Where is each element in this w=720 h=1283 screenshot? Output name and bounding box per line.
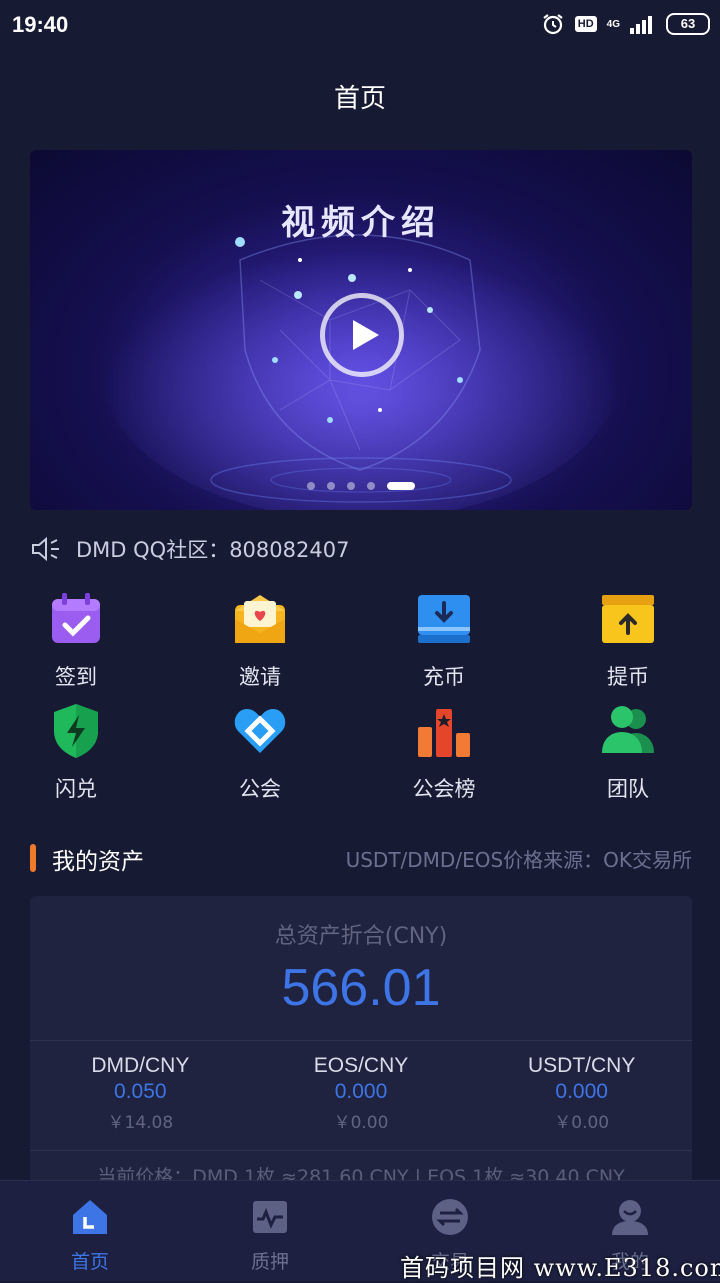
carousel-dot-active[interactable]: [387, 482, 415, 490]
signal-icon: [630, 16, 652, 34]
tab-label: 首页: [70, 1251, 109, 1273]
announcement-bar[interactable]: DMD QQ社区：808082407: [30, 532, 349, 566]
speaker-icon: [32, 536, 59, 562]
pair-name: EOS/CNY: [313, 1054, 409, 1077]
staking-chart-icon: [253, 1201, 287, 1233]
carousel-dot[interactable]: [367, 482, 375, 490]
grid-item-invite[interactable]: 邀请: [168, 585, 352, 697]
pair-eos: EOS/CNY 0.000 ￥0.00: [251, 1054, 472, 1133]
carousel-dot[interactable]: [307, 482, 315, 490]
grid-item-label: 提币: [607, 665, 649, 689]
divider: [30, 1150, 692, 1151]
watermark-text: 首码项目网 www.E318.com: [400, 1254, 720, 1282]
tab-staking[interactable]: 质押: [180, 1181, 360, 1281]
pair-usdt: USDT/CNY 0.000 ￥0.00: [471, 1054, 692, 1133]
price-source-text: USDT/DMD/EOS价格来源：OK交易所: [345, 848, 692, 872]
calendar-check-icon: [52, 593, 100, 643]
grid-item-label: 充币: [423, 665, 465, 689]
team-icon: [602, 706, 654, 753]
guild-link-icon: [234, 709, 286, 753]
function-grid: 签到 邀请 充币 提币 闪兑 公会 公会榜 团队: [0, 585, 720, 809]
pair-cny: ￥14.08: [107, 1113, 174, 1133]
envelope-heart-icon: [235, 595, 285, 643]
total-assets-label: 总资产折合(CNY): [274, 924, 448, 949]
carousel-dot[interactable]: [327, 482, 335, 490]
announcement-text: DMD QQ社区：808082407: [76, 538, 350, 562]
exchange-icon: [432, 1199, 468, 1235]
divider: [30, 1040, 692, 1041]
page-title: 首页: [333, 84, 386, 114]
pair-cny: ￥0.00: [554, 1113, 610, 1133]
pair-name: DMD/CNY: [91, 1054, 190, 1077]
hd-badge: HD: [574, 16, 597, 32]
status-icons: HD 4G 63: [541, 12, 710, 36]
tab-label: 质押: [250, 1251, 289, 1273]
grid-item-checkin[interactable]: 签到: [0, 585, 168, 697]
status-bar: 19:40 HD 4G 63: [0, 0, 720, 50]
pair-dmd: DMD/CNY 0.050 ￥14.08: [30, 1054, 251, 1133]
pair-value: 0.000: [334, 1080, 388, 1103]
ranking-bars-icon: [418, 709, 470, 757]
home-icon: [73, 1200, 107, 1234]
grid-item-label: 闪兑: [55, 777, 97, 801]
asset-summary-card[interactable]: 总资产折合(CNY) 566.01 DMD/CNY 0.050 ￥14.08 E…: [30, 896, 692, 1216]
profile-icon: [612, 1200, 648, 1235]
lightning-shield-icon: [54, 704, 98, 758]
battery-icon: 63: [666, 13, 710, 35]
price-pairs: DMD/CNY 0.050 ￥14.08 EOS/CNY 0.000 ￥0.00…: [30, 1054, 692, 1133]
page-header: 首页: [0, 50, 720, 148]
pair-value: 0.050: [114, 1080, 167, 1103]
tab-home[interactable]: 首页: [0, 1181, 180, 1281]
grid-item-label: 邀请: [239, 665, 281, 689]
carousel-dot[interactable]: [347, 482, 355, 490]
network-type: 4G: [606, 18, 620, 30]
grid-item-guild[interactable]: 公会: [168, 697, 352, 809]
alarm-icon: [543, 14, 563, 35]
deposit-icon: [418, 595, 470, 643]
withdraw-icon: [602, 595, 654, 643]
grid-item-team[interactable]: 团队: [536, 697, 720, 809]
total-assets-value: 566.01: [281, 959, 441, 1017]
play-icon: [353, 320, 379, 350]
section-accent-bar: [30, 844, 36, 872]
grid-item-label: 公会: [239, 777, 281, 801]
pair-name: USDT/CNY: [528, 1054, 636, 1077]
video-banner[interactable]: 视频介绍: [30, 150, 692, 510]
status-time: 19:40: [12, 12, 69, 37]
assets-section-header: 我的资产 USDT/DMD/EOS价格来源：OK交易所: [30, 840, 692, 876]
grid-item-flash-exchange[interactable]: 闪兑: [0, 697, 168, 809]
grid-item-deposit[interactable]: 充币: [352, 585, 536, 697]
carousel-indicator: [30, 482, 692, 490]
banner-title: 视频介绍: [281, 203, 441, 243]
grid-item-label: 签到: [55, 665, 97, 689]
grid-item-withdraw[interactable]: 提币: [536, 585, 720, 697]
grid-item-guild-ranking[interactable]: 公会榜: [352, 697, 536, 809]
pair-cny: ￥0.00: [333, 1113, 389, 1133]
grid-item-label: 团队: [607, 777, 649, 801]
section-title: 我的资产: [52, 849, 144, 875]
grid-item-label: 公会榜: [412, 777, 476, 801]
play-button[interactable]: [320, 293, 404, 377]
pair-value: 0.000: [555, 1080, 608, 1103]
